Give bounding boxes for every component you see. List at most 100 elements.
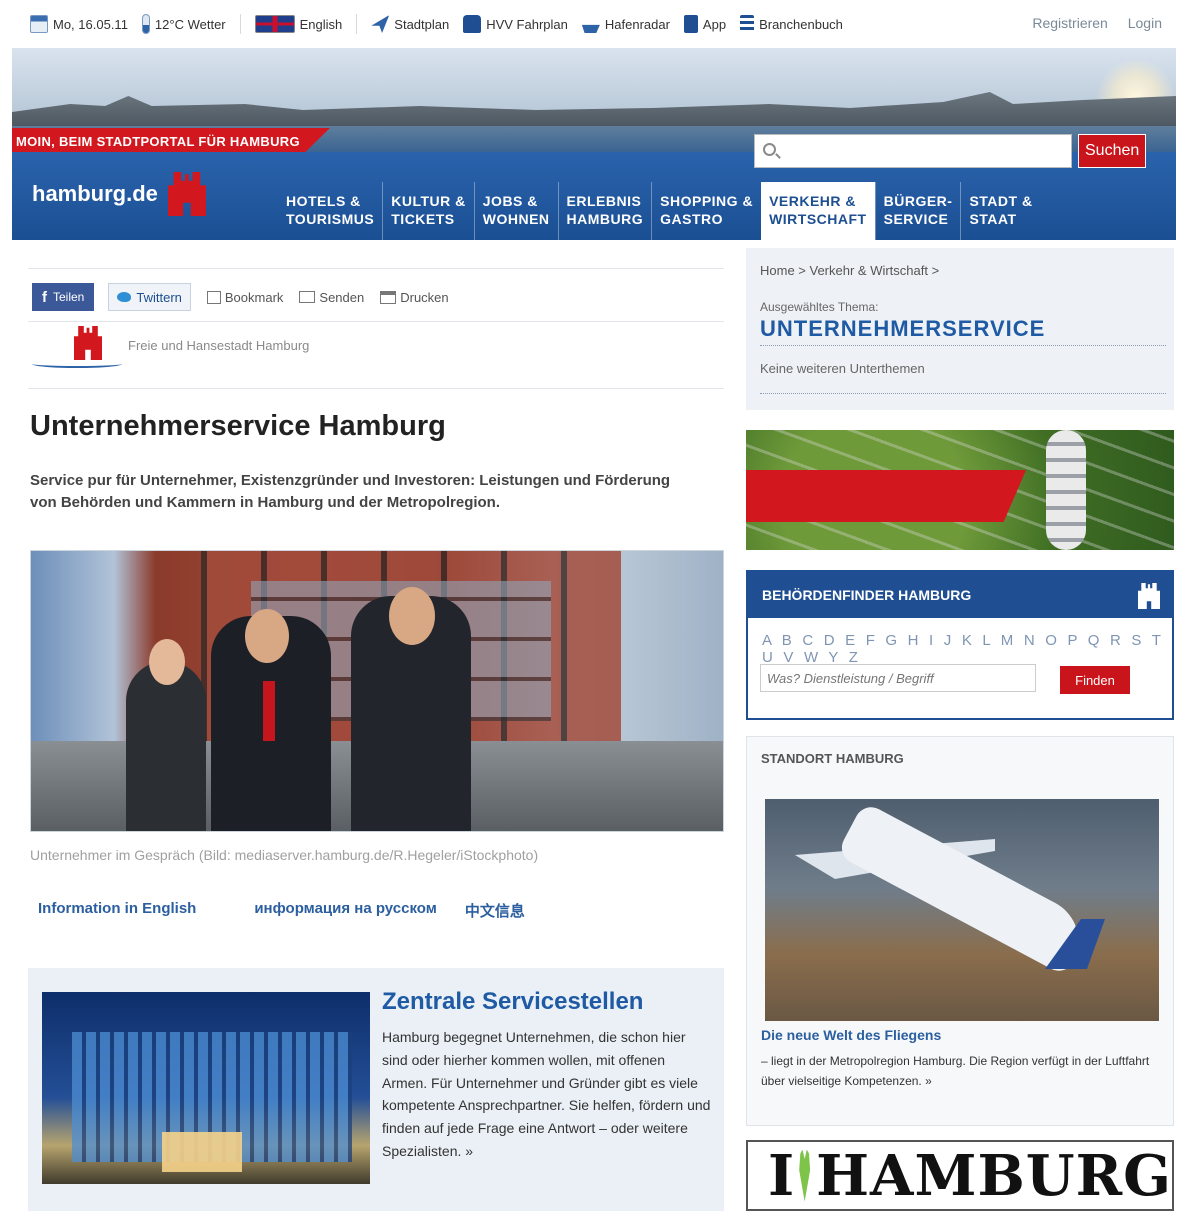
standort-title: STANDORT HAMBURG (761, 751, 904, 766)
bookmark-icon (206, 290, 221, 304)
tab-jobs-wohnen[interactable]: JOBS & WOHNEN (473, 182, 558, 240)
office-building-photo[interactable] (42, 992, 370, 1184)
site-logo[interactable]: hamburg.de (32, 172, 206, 216)
airplane-body (836, 801, 1094, 977)
twitter-label: Twittern (136, 289, 182, 305)
search-icon (763, 143, 776, 156)
ship-icon (581, 24, 600, 33)
register-link[interactable]: Registrieren (1032, 15, 1107, 31)
app-label: App (702, 16, 727, 32)
airplane-photo[interactable] (765, 799, 1159, 1021)
date-text: Mo, 16.05.11 (53, 16, 128, 32)
tab-label: BÜRGER- (883, 193, 953, 209)
tab-label: WIRTSCHAFT (769, 211, 867, 227)
person-head (245, 609, 289, 663)
hvv-link[interactable]: HVV Fahrplan (463, 15, 568, 33)
aerial-park-teaser[interactable] (746, 430, 1174, 550)
harbor-skyline-image (12, 92, 1176, 128)
thermometer-icon (141, 14, 150, 34)
tab-hotels-tourismus[interactable]: HOTELS & TOURISMUS (278, 182, 382, 240)
map-pin-icon (371, 15, 390, 33)
envelope-icon (299, 291, 316, 303)
selected-topic-label: Ausgewähltes Thema: (760, 300, 879, 314)
no-subtopics-text: Keine weiteren Unterthemen (760, 361, 925, 376)
login-link[interactable]: Login (1128, 15, 1162, 31)
send-link[interactable]: Senden (299, 290, 364, 305)
standort-link[interactable]: Die neue Welt des Fliegens (761, 1027, 941, 1043)
tab-shopping-gastro[interactable]: SHOPPING & GASTRO (651, 182, 761, 240)
alphabet-index[interactable]: A B C D E F G H I J K L M N O P Q R S T … (762, 632, 1172, 666)
divider (356, 14, 358, 34)
tab-label: HOTELS & (286, 193, 361, 209)
behoerdenfinder-search-input[interactable] (760, 664, 1036, 692)
standort-text: – liegt in der Metropolregion Hamburg. D… (761, 1054, 1150, 1088)
finden-button[interactable]: Finden (1060, 666, 1130, 694)
language-text: English (299, 16, 343, 32)
castle-icon (1138, 583, 1160, 609)
tab-label: STADT & (969, 193, 1033, 209)
bookmark-link[interactable]: Bookmark (206, 290, 283, 305)
stadtplan-link[interactable]: Stadtplan (371, 15, 449, 33)
service-teaser: Zentrale Servicestellen Hamburg begegnet… (28, 968, 724, 1211)
search-input[interactable] (754, 134, 1072, 168)
tab-kultur-tickets[interactable]: KULTUR & TICKETS (382, 182, 474, 240)
chinese-info-link[interactable]: 中文信息 (465, 900, 525, 921)
selected-topic: UNTERNEHMERSERVICE (760, 316, 1046, 341)
language-links: Information in English информация на рус… (38, 900, 583, 921)
english-info-link[interactable]: Information in English (38, 900, 196, 921)
fhh-logo (32, 326, 122, 370)
twitter-bird-icon (117, 292, 132, 302)
i-love-hamburg-banner[interactable]: I HAMBURG (746, 1140, 1174, 1211)
weather-link[interactable]: 12°C Wetter (141, 14, 226, 34)
tab-erlebnis-hamburg[interactable]: ERLEBNIS HAMBURG (557, 182, 652, 240)
ilove-text-hamburg: HAMBURG (816, 1142, 1172, 1209)
tab-label: SHOPPING & (660, 193, 754, 209)
branchenbuch-label: Branchenbuch (759, 16, 843, 32)
facebook-label: Teilen (53, 290, 85, 304)
red-tie (263, 681, 275, 741)
tab-verkehr-wirtschaft[interactable]: VERKEHR & WIRTSCHAFT (761, 182, 875, 240)
tab-label: STAAT (969, 211, 1017, 227)
branchenbuch-link[interactable]: Branchenbuch (740, 15, 843, 33)
tab-buerger-service[interactable]: BÜRGER- SERVICE (874, 182, 961, 240)
hafenradar-label: Hafenradar (604, 16, 670, 32)
tab-label: VERKEHR & (769, 193, 857, 209)
date-item: Mo, 16.05.11 (30, 15, 128, 33)
printer-icon (380, 290, 397, 304)
standort-teaser: STANDORT HAMBURG Die neue Welt des Flieg… (746, 736, 1174, 1126)
hvv-label: HVV Fahrplan (486, 16, 568, 32)
red-ribbon-banner (746, 470, 1026, 522)
tab-label: WOHNEN (482, 211, 550, 227)
search-button[interactable]: Suchen (1078, 134, 1147, 168)
tab-stadt-staat[interactable]: STADT & STAAT (960, 182, 1040, 240)
dotted-divider (760, 393, 1166, 394)
lead-text: Service pur für Unternehmer, Existenzgrü… (30, 472, 671, 511)
print-link[interactable]: Drucken (380, 289, 449, 305)
account-links: Registrieren Login (1016, 15, 1162, 31)
topic-panel: Home > Verkehr & Wirtschaft > Ausgewählt… (746, 248, 1174, 410)
fhh-brand[interactable]: Freie und Hansestadt Hamburg (32, 326, 309, 370)
top-utility-bar: Mo, 16.05.11 12°C Wetter English Stadtpl… (0, 0, 1178, 48)
tab-label: SERVICE (883, 211, 949, 227)
tv-tower-image (1046, 430, 1086, 550)
photo-caption: Unternehmer im Gespräch (Bild: mediaserv… (30, 847, 539, 863)
calendar-icon (30, 15, 48, 33)
twitter-share-button[interactable]: Twittern (108, 283, 191, 311)
facebook-share-button[interactable]: f Teilen (32, 283, 95, 311)
tab-label: TICKETS (391, 211, 455, 227)
app-link[interactable]: App (683, 15, 727, 33)
service-teaser-title[interactable]: Zentrale Servicestellen (382, 988, 643, 1016)
russian-info-link[interactable]: информация на русском (254, 900, 437, 921)
behoerdenfinder-title: BEHÖRDENFINDER HAMBURG (762, 587, 972, 603)
breadcrumb[interactable]: Home > Verkehr & Wirtschaft > (760, 263, 939, 278)
page-title: Unternehmerservice Hamburg (30, 410, 446, 442)
tab-label: GASTRO (660, 211, 724, 227)
divider (239, 14, 241, 34)
header-banner: MOIN, BEIM STADTPORTAL FÜR HAMBURG hambu… (12, 48, 1176, 240)
hafenradar-link[interactable]: Hafenradar (581, 15, 670, 33)
tab-label: TOURISMUS (286, 211, 375, 227)
person-head (389, 587, 435, 645)
print-label: Drucken (400, 289, 449, 305)
language-link[interactable]: English (254, 15, 343, 33)
facebook-icon: f (42, 288, 47, 306)
